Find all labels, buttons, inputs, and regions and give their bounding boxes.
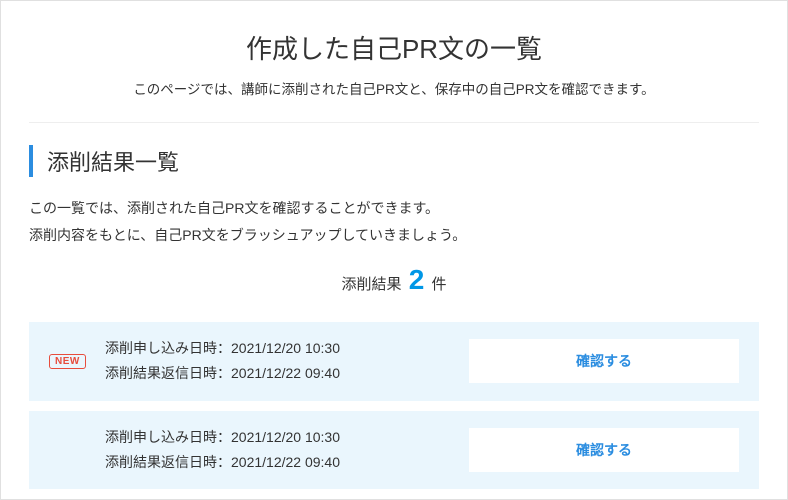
confirm-button[interactable]: 確認する [469, 428, 739, 472]
count-suffix: 件 [431, 276, 446, 293]
result-item: 添削申し込み日時：2021/12/20 10:30添削結果返信日時：2021/1… [29, 411, 759, 489]
badge-column: NEW [49, 354, 105, 369]
section-title: 添削結果一覧 [29, 145, 759, 177]
count-prefix: 添削結果 [342, 276, 402, 293]
button-column: 確認する [459, 428, 739, 472]
button-column: 確認する [459, 339, 739, 383]
item-info: 添削申し込み日時：2021/12/20 10:30添削結果返信日時：2021/1… [105, 336, 459, 386]
page-title: 作成した自己PR文の一覧 [21, 29, 767, 66]
result-item: NEW 添削申し込み日時：2021/12/20 10:30添削結果返信日時：202… [29, 322, 759, 400]
desc-line: 添削内容をもとに、自己PR文をブラッシュアップしていきましょう。 [29, 222, 759, 249]
confirm-button[interactable]: 確認する [469, 339, 739, 383]
reply-datetime: 添削結果返信日時：2021/12/22 09:40 [105, 361, 459, 386]
count-number: 2 [409, 264, 425, 295]
new-badge: NEW [49, 354, 86, 369]
reply-datetime: 添削結果返信日時：2021/12/22 09:40 [105, 450, 459, 475]
item-info: 添削申し込み日時：2021/12/20 10:30添削結果返信日時：2021/1… [105, 425, 459, 475]
page-subtitle: このページでは、講師に添削された自己PR文と、保存中の自己PR文を確認できます。 [21, 78, 767, 98]
apply-datetime: 添削申し込み日時：2021/12/20 10:30 [105, 425, 459, 450]
result-count: 添削結果 2 件 [29, 264, 759, 296]
section-description: この一覧では、添削された自己PR文を確認することができます。 添削内容をもとに、… [29, 195, 759, 248]
desc-line: この一覧では、添削された自己PR文を確認することができます。 [29, 195, 759, 222]
apply-datetime: 添削申し込み日時：2021/12/20 10:30 [105, 336, 459, 361]
